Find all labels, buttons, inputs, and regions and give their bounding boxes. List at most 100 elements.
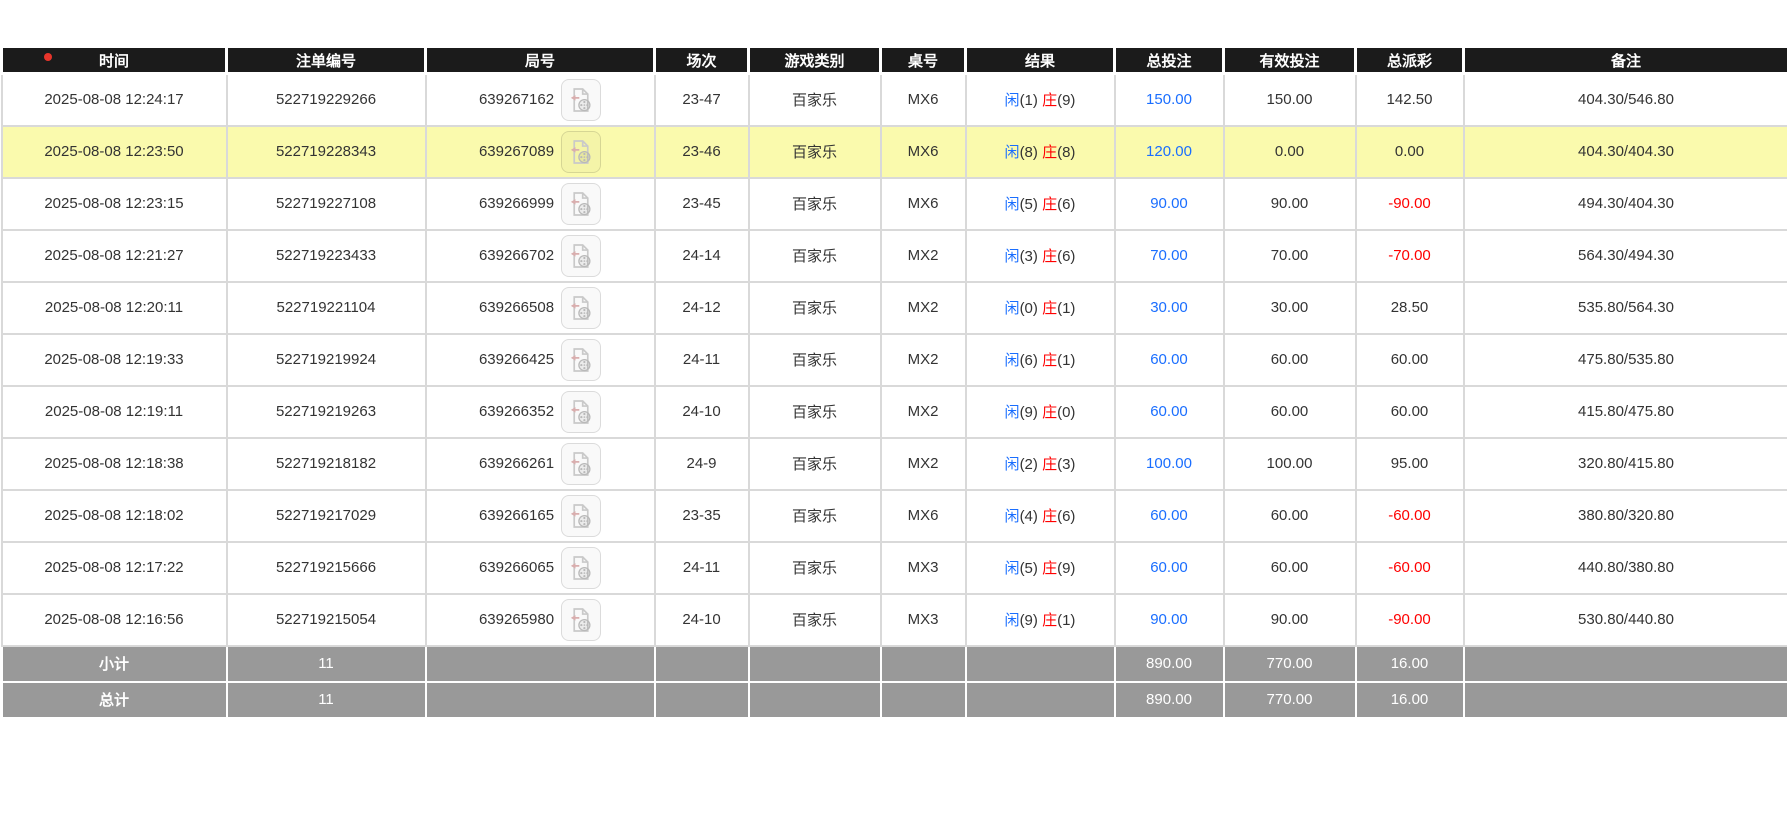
- bet-id: 522719227108: [227, 178, 426, 230]
- banker-label: 庄: [1042, 248, 1057, 265]
- session-number: 24-9: [655, 438, 749, 490]
- table-row: 2025-08-08 12:19:33 522719219924 6392664…: [2, 334, 1787, 386]
- game-result: 闲(1) 庄(9): [966, 74, 1115, 126]
- banker-label: 庄: [1042, 144, 1057, 161]
- video-replay-button[interactable]: [561, 547, 601, 589]
- total-bet: 90.00: [1115, 178, 1224, 230]
- grand-total-row: 总计 11 890.00 770.00 16.00: [2, 682, 1787, 718]
- table-row: 2025-08-08 12:21:27 522719223433 6392667…: [2, 230, 1787, 282]
- grand-total-empty-cell: [966, 682, 1115, 718]
- game-category: 百家乐: [749, 230, 881, 282]
- total-payout: -60.00: [1356, 542, 1464, 594]
- table-number: MX6: [881, 178, 966, 230]
- col-round: 局号: [426, 47, 655, 74]
- player-score: (1): [1020, 92, 1038, 109]
- grand-total-empty-cell: [426, 682, 655, 718]
- video-file-icon: [570, 555, 592, 581]
- game-result: 闲(9) 庄(1): [966, 594, 1115, 646]
- remark: 530.80/440.80: [1464, 594, 1787, 646]
- col-remark: 备注: [1464, 47, 1787, 74]
- valid-bet: 70.00: [1224, 230, 1356, 282]
- table-number: MX6: [881, 126, 966, 178]
- video-replay-button[interactable]: [561, 79, 601, 121]
- total-payout: 60.00: [1356, 334, 1464, 386]
- banker-label: 庄: [1042, 404, 1057, 421]
- round-cell: 639265980: [426, 594, 655, 646]
- total-payout: 142.50: [1356, 74, 1464, 126]
- video-replay-button[interactable]: [561, 391, 601, 433]
- total-payout: -60.00: [1356, 490, 1464, 542]
- banker-score: (1): [1057, 612, 1075, 629]
- video-file-icon: [570, 451, 592, 477]
- round-number: 639266352: [479, 403, 554, 420]
- valid-bet: 60.00: [1224, 542, 1356, 594]
- bet-id: 522719218182: [227, 438, 426, 490]
- subtotal-label: 小计: [2, 646, 227, 682]
- round-cell: 639267162: [426, 74, 655, 126]
- col-time: 时间: [2, 47, 227, 74]
- player-label: 闲: [1005, 404, 1020, 421]
- grand-total-empty-cell: [1464, 682, 1787, 718]
- game-result: 闲(5) 庄(9): [966, 542, 1115, 594]
- bet-time: 2025-08-08 12:17:22: [2, 542, 227, 594]
- grand-total-empty-cell: [749, 682, 881, 718]
- table-row: 2025-08-08 12:16:56 522719215054 6392659…: [2, 594, 1787, 646]
- video-replay-button[interactable]: [561, 131, 601, 173]
- round-cell: 639266999: [426, 178, 655, 230]
- banker-score: (8): [1057, 144, 1075, 161]
- remark: 320.80/415.80: [1464, 438, 1787, 490]
- banker-score: (3): [1057, 456, 1075, 473]
- banker-score: (6): [1057, 196, 1075, 213]
- video-replay-button[interactable]: [561, 235, 601, 277]
- valid-bet: 60.00: [1224, 490, 1356, 542]
- player-label: 闲: [1005, 144, 1020, 161]
- banker-score: (1): [1057, 352, 1075, 369]
- video-replay-button[interactable]: [561, 339, 601, 381]
- col-table-number: 桌号: [881, 47, 966, 74]
- game-result: 闲(8) 庄(8): [966, 126, 1115, 178]
- table-header-row: 时间 注单编号 局号 场次 游戏类别 桌号 结果 总投注 有效投注 总派彩 备注: [2, 47, 1787, 74]
- session-number: 24-10: [655, 386, 749, 438]
- remark: 404.30/546.80: [1464, 74, 1787, 126]
- valid-bet: 60.00: [1224, 386, 1356, 438]
- table-row: 2025-08-08 12:17:22 522719215666 6392660…: [2, 542, 1787, 594]
- video-replay-button[interactable]: [561, 287, 601, 329]
- game-result: 闲(6) 庄(1): [966, 334, 1115, 386]
- video-file-icon: [570, 191, 592, 217]
- table-number: MX2: [881, 438, 966, 490]
- total-payout: 95.00: [1356, 438, 1464, 490]
- round-cell: 639266352: [426, 386, 655, 438]
- banker-score: (0): [1057, 404, 1075, 421]
- bet-id: 522719221104: [227, 282, 426, 334]
- game-result: 闲(5) 庄(6): [966, 178, 1115, 230]
- bet-id: 522719228343: [227, 126, 426, 178]
- remark: 494.30/404.30: [1464, 178, 1787, 230]
- bet-time: 2025-08-08 12:16:56: [2, 594, 227, 646]
- banker-score: (9): [1057, 560, 1075, 577]
- bet-time: 2025-08-08 12:20:11: [2, 282, 227, 334]
- game-category: 百家乐: [749, 386, 881, 438]
- table-number: MX2: [881, 230, 966, 282]
- subtotal-empty-cell: [426, 646, 655, 682]
- session-number: 23-45: [655, 178, 749, 230]
- valid-bet: 90.00: [1224, 594, 1356, 646]
- player-score: (6): [1020, 352, 1038, 369]
- banker-label: 庄: [1042, 560, 1057, 577]
- round-number: 639266999: [479, 195, 554, 212]
- video-replay-button[interactable]: [561, 495, 601, 537]
- video-replay-button[interactable]: [561, 183, 601, 225]
- grand-total-valid-bet: 770.00: [1224, 682, 1356, 718]
- subtotal-empty-cell: [881, 646, 966, 682]
- bet-id: 522719215054: [227, 594, 426, 646]
- banker-label: 庄: [1042, 352, 1057, 369]
- game-result: 闲(3) 庄(6): [966, 230, 1115, 282]
- video-file-icon: [570, 87, 592, 113]
- col-game-category: 游戏类别: [749, 47, 881, 74]
- video-replay-button[interactable]: [561, 443, 601, 485]
- video-replay-button[interactable]: [561, 599, 601, 641]
- table-number: MX3: [881, 594, 966, 646]
- player-label: 闲: [1005, 196, 1020, 213]
- valid-bet: 100.00: [1224, 438, 1356, 490]
- game-category: 百家乐: [749, 438, 881, 490]
- player-label: 闲: [1005, 92, 1020, 109]
